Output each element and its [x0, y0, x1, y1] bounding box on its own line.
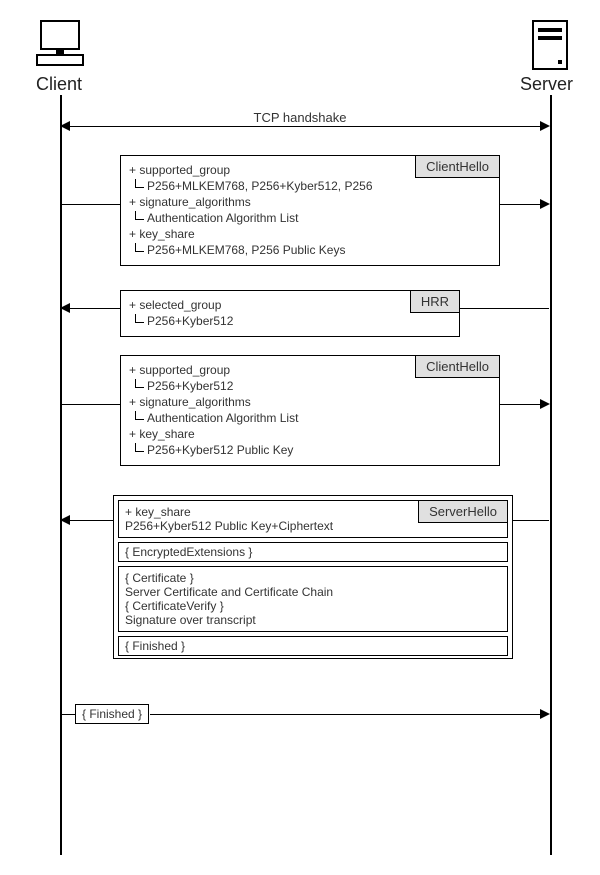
- ch2-sig-algs: + signature_algorithms: [129, 395, 491, 409]
- ch1-sig-algs-value: Authentication Algorithm List: [147, 211, 491, 225]
- ch1-arrow-left-seg: [61, 204, 120, 205]
- client-lifeline: [60, 95, 62, 855]
- hrr-arrow-left-seg: [70, 308, 120, 309]
- sf-arrow-right-seg: [513, 520, 549, 521]
- client-finished-box: { Finished }: [75, 704, 149, 724]
- tcp-handshake-line: [62, 126, 548, 127]
- ch2-supported-group-value: P256+Kyber512: [147, 379, 491, 393]
- cf-arrow-left-seg: [61, 714, 75, 715]
- certificate-verify-label: { CertificateVerify }: [125, 599, 501, 613]
- client-hello-2-box: ClientHello + supported_group P256+Kyber…: [120, 355, 500, 466]
- hrr-selected-group-value: P256+Kyber512: [147, 314, 451, 328]
- client-label: Client: [36, 74, 82, 95]
- ch2-key-share: + key_share: [129, 427, 491, 441]
- client-hello-2-tag: ClientHello: [415, 355, 500, 378]
- ch2-key-share-value: P256+Kyber512 Public Key: [147, 443, 491, 457]
- certificate-verify-value: Signature over transcript: [125, 613, 501, 627]
- arrow-right-icon: [540, 709, 550, 719]
- arrow-left-icon: [60, 515, 70, 525]
- arrow-left-icon: [60, 303, 70, 313]
- server-icon: [532, 20, 568, 70]
- ch2-arrow-right-seg: [500, 404, 542, 405]
- hrr-tag: HRR: [410, 290, 460, 313]
- arrow-right-icon: [540, 199, 550, 209]
- tcp-handshake-label: TCP handshake: [0, 110, 600, 125]
- client-hello-1-tag: ClientHello: [415, 155, 500, 178]
- arrow-left-icon: [60, 121, 70, 131]
- arrow-right-icon: [540, 399, 550, 409]
- hrr-box: HRR + selected_group P256+Kyber512: [120, 290, 460, 337]
- hrr-arrow-right-seg: [460, 308, 549, 309]
- server-flight-box: ServerHello + key_share P256+Kyber512 Pu…: [113, 495, 513, 659]
- ch1-arrow-right-seg: [500, 204, 542, 205]
- certificate-label: { Certificate }: [125, 571, 501, 585]
- ch1-supported-group-value: P256+MLKEM768, P256+Kyber512, P256: [147, 179, 491, 193]
- certificate-group-box: { Certificate } Server Certificate and C…: [118, 566, 508, 632]
- sequence-diagram: Client Server TCP handshake ClientHello …: [0, 0, 600, 875]
- sf-arrow-left-seg: [70, 520, 113, 521]
- client-hello-1-box: ClientHello + supported_group P256+MLKEM…: [120, 155, 500, 266]
- ch2-arrow-left-seg: [61, 404, 120, 405]
- server-finished-box: { Finished }: [118, 636, 508, 656]
- ch2-sig-algs-value: Authentication Algorithm List: [147, 411, 491, 425]
- cf-arrow-right-seg: [150, 714, 542, 715]
- server-lifeline: [550, 95, 552, 855]
- client-icon: [36, 20, 84, 70]
- ch1-sig-algs: + signature_algorithms: [129, 195, 491, 209]
- certificate-value: Server Certificate and Certificate Chain: [125, 585, 501, 599]
- server-hello-box: ServerHello + key_share P256+Kyber512 Pu…: [118, 500, 508, 538]
- server-label: Server: [520, 74, 573, 95]
- server-hello-tag: ServerHello: [418, 500, 508, 523]
- arrow-right-icon: [540, 121, 550, 131]
- ch1-key-share: + key_share: [129, 227, 491, 241]
- hrr-selected-group: + selected_group: [129, 298, 451, 312]
- encrypted-extensions-box: { EncryptedExtensions }: [118, 542, 508, 562]
- ch1-key-share-value: P256+MLKEM768, P256 Public Keys: [147, 243, 491, 257]
